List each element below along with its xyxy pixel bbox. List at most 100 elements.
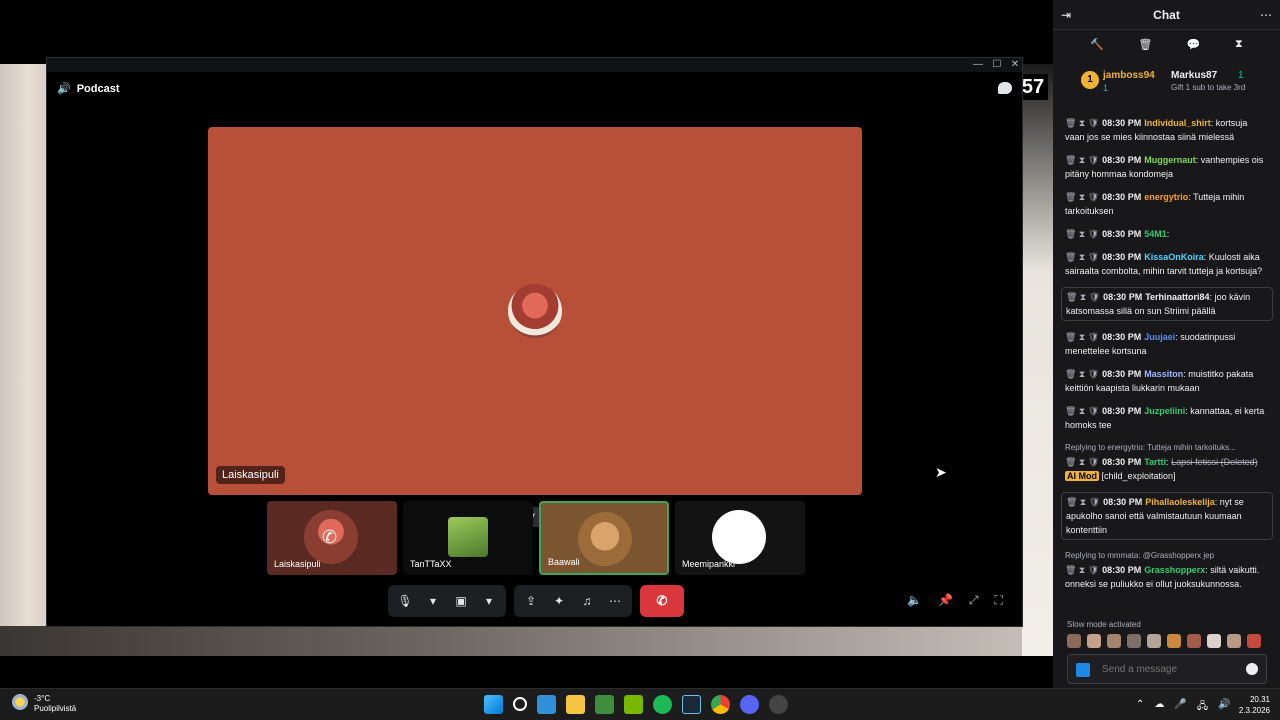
message-username[interactable]: Tartti xyxy=(1144,457,1166,467)
delete-icon[interactable]: 🗑 xyxy=(1138,38,1152,51)
chat-settings-icon[interactable]: ⋯ xyxy=(1260,8,1272,22)
message-username[interactable]: Juzpeliini xyxy=(1144,406,1185,416)
activities-icon[interactable]: ✦ xyxy=(548,594,570,608)
network-icon[interactable]: 🖧 xyxy=(1197,699,1208,716)
message-actions[interactable]: 🗑 ⧗ 🛡 xyxy=(1065,457,1099,467)
leader-second-name[interactable]: Markus87 xyxy=(1171,70,1217,81)
volume-icon[interactable]: 🔈 xyxy=(907,593,922,608)
message-username[interactable]: Terhinaattori84 xyxy=(1145,292,1209,302)
microphone-icon[interactable]: 🎙 xyxy=(394,594,416,608)
more-icon[interactable]: ⋯ xyxy=(604,594,626,608)
message-username[interactable]: Muggernaut xyxy=(1144,155,1196,165)
mod-tools: 🔨 🗑 💬 ⧗ xyxy=(1053,38,1280,51)
minimize-button[interactable]: — xyxy=(969,58,987,72)
chat-message[interactable]: 🗑 ⧗ 🛡 08:30 PM Pihallaoleskelija: nyt se a… xyxy=(1061,492,1273,540)
avatar[interactable] xyxy=(1227,634,1241,648)
chevron-down-icon[interactable]: ▾ xyxy=(478,594,500,608)
chrome-icon[interactable] xyxy=(711,695,730,714)
message-actions[interactable]: 🗑 ⧗ 🛡 xyxy=(1065,369,1099,379)
message-username[interactable]: KissaOnKoira xyxy=(1144,252,1204,262)
avatar[interactable] xyxy=(1107,634,1121,648)
chat-message[interactable]: Replying to energytrio: Tutteja mihin ta… xyxy=(1061,441,1273,483)
chat-message[interactable]: 🗑 ⧗ 🛡 08:30 PM 54M1: xyxy=(1061,227,1273,241)
message-username[interactable]: Pihallaoleskelija xyxy=(1145,497,1215,507)
chat-message[interactable]: 🗑 ⧗ 🛡 08:30 PM Juujaei: suodatinpussi mene… xyxy=(1061,330,1273,358)
message-username[interactable]: Grasshopperx xyxy=(1144,565,1205,575)
steam-icon[interactable] xyxy=(682,695,701,714)
chat-message[interactable]: Replying to mmmata: @Grasshopperx jep 🗑 ⧗… xyxy=(1061,549,1273,591)
camera-off-icon[interactable]: ▣ xyxy=(450,594,472,608)
soundboard-icon[interactable]: ♫ xyxy=(576,594,598,608)
participant-tile[interactable]: Meemipankki xyxy=(675,501,805,575)
participant-tile[interactable]: ✆ Laiskasipuli xyxy=(267,501,397,575)
message-actions[interactable]: 🗑 ⧗ 🛡 xyxy=(1065,252,1099,262)
spotify-icon[interactable] xyxy=(653,695,672,714)
chat-message[interactable]: 🗑 ⧗ 🛡 08:30 PM Muggernaut: vanhempies ois … xyxy=(1061,153,1273,181)
message-actions[interactable]: 🗑 ⧗ 🛡 xyxy=(1065,406,1099,416)
chevron-down-icon[interactable]: ▾ xyxy=(422,594,444,608)
view-controls: 🔈 📌 ⤢ ⛶ xyxy=(907,593,1003,608)
avatar[interactable] xyxy=(1167,634,1181,648)
windows-start-icon[interactable] xyxy=(484,695,503,714)
app-icon[interactable] xyxy=(769,695,788,714)
volume-icon[interactable]: 🔊 xyxy=(1218,699,1230,716)
message-actions[interactable]: 🗑 ⧗ 🛡 xyxy=(1066,292,1100,302)
avatar[interactable] xyxy=(1127,634,1141,648)
hangup-button[interactable]: ✆ xyxy=(640,585,684,617)
message-username[interactable]: energytrio xyxy=(1144,192,1188,202)
discord-call-window: — ☐ ✕ 🔊 Podcast Laiskasipuli ˅ 👥 ✆ Laisk… xyxy=(46,57,1023,627)
fullscreen-icon[interactable]: ⛶ xyxy=(995,593,1003,608)
screenshare-icon[interactable]: ⇪ xyxy=(520,594,542,608)
message-actions[interactable]: 🗑 ⧗ 🛡 xyxy=(1065,332,1099,342)
microphone-icon[interactable]: 🎤 xyxy=(1174,699,1186,716)
chat-bubble-icon[interactable]: 💬 xyxy=(1187,38,1201,51)
chat-message[interactable]: 🗑 ⧗ 🛡 08:30 PM KissaOnKoira: Kuulosti aika… xyxy=(1061,250,1273,278)
maximize-button[interactable]: ☐ xyxy=(988,58,1006,72)
search-icon[interactable] xyxy=(513,697,527,711)
avatar[interactable] xyxy=(1207,634,1221,648)
app-icon[interactable] xyxy=(595,695,614,714)
file-explorer-icon[interactable] xyxy=(566,695,585,714)
participant-tile[interactable]: TanTTaXX xyxy=(403,501,533,575)
emoji-icon[interactable] xyxy=(1246,663,1258,675)
participant-tile[interactable]: Baawali xyxy=(539,501,669,575)
avatar[interactable] xyxy=(1247,634,1261,648)
ban-hammer-icon[interactable]: 🔨 xyxy=(1090,38,1104,51)
message-actions[interactable]: 🗑 ⧗ 🛡 xyxy=(1065,229,1099,239)
avatar[interactable] xyxy=(1187,634,1201,648)
message-actions[interactable]: 🗑 ⧗ 🛡 xyxy=(1065,192,1099,202)
message-input-box[interactable] xyxy=(1067,654,1267,684)
message-input[interactable] xyxy=(1102,664,1242,675)
avatar[interactable] xyxy=(1087,634,1101,648)
message-username[interactable]: Individual_shirt xyxy=(1144,118,1211,128)
message-username[interactable]: 54M1 xyxy=(1144,229,1167,239)
avatar[interactable] xyxy=(1067,634,1081,648)
open-chat-icon[interactable] xyxy=(998,82,1012,94)
nvidia-icon[interactable] xyxy=(624,695,643,714)
avatar[interactable] xyxy=(1147,634,1161,648)
clock[interactable]: 20.31 2.3.2026 xyxy=(1234,694,1270,716)
chat-message[interactable]: 🗑 ⧗ 🛡 08:30 PM Terhinaattori84: joo kävin … xyxy=(1061,287,1273,321)
message-actions[interactable]: 🗑 ⧗ 🛡 xyxy=(1065,155,1099,165)
widgets-icon[interactable] xyxy=(537,695,556,714)
message-actions[interactable]: 🗑 ⧗ 🛡 xyxy=(1065,565,1099,575)
message-username[interactable]: Juujaei xyxy=(1144,332,1175,342)
close-button[interactable]: ✕ xyxy=(1006,58,1024,72)
chat-title: Chat xyxy=(1153,8,1180,22)
chat-message[interactable]: 🗑 ⧗ 🛡 08:30 PM Massiton: muistitko pakata … xyxy=(1061,367,1273,395)
message-username[interactable]: Massiton xyxy=(1144,369,1183,379)
timeout-icon[interactable]: ⧗ xyxy=(1235,38,1243,51)
cloud-icon[interactable]: ☁ xyxy=(1154,699,1164,716)
focused-participant-tile[interactable]: Laiskasipuli xyxy=(208,127,862,495)
chat-message[interactable]: 🗑 ⧗ 🛡 08:30 PM Juzpeliini: kannattaa, ei k… xyxy=(1061,404,1273,432)
leader-first-name[interactable]: jamboss94 xyxy=(1103,70,1155,81)
chevron-up-icon[interactable]: ⌃ xyxy=(1136,699,1144,716)
chat-message[interactable]: 🗑 ⧗ 🛡 08:30 PM energytrio: Tutteja mihin t… xyxy=(1061,190,1273,218)
popout-icon[interactable]: ⤢ xyxy=(969,593,979,608)
pin-icon[interactable]: 📌 xyxy=(938,593,953,608)
weather-widget[interactable]: -3°C Puolipilvistä xyxy=(12,694,76,714)
chat-message[interactable]: 🗑 ⧗ 🛡 08:30 PM Individual_shirt: kortsuja … xyxy=(1061,116,1273,144)
message-actions[interactable]: 🗑 ⧗ 🛡 xyxy=(1066,497,1100,507)
discord-icon[interactable] xyxy=(740,695,759,714)
message-actions[interactable]: 🗑 ⧗ 🛡 xyxy=(1065,118,1099,128)
